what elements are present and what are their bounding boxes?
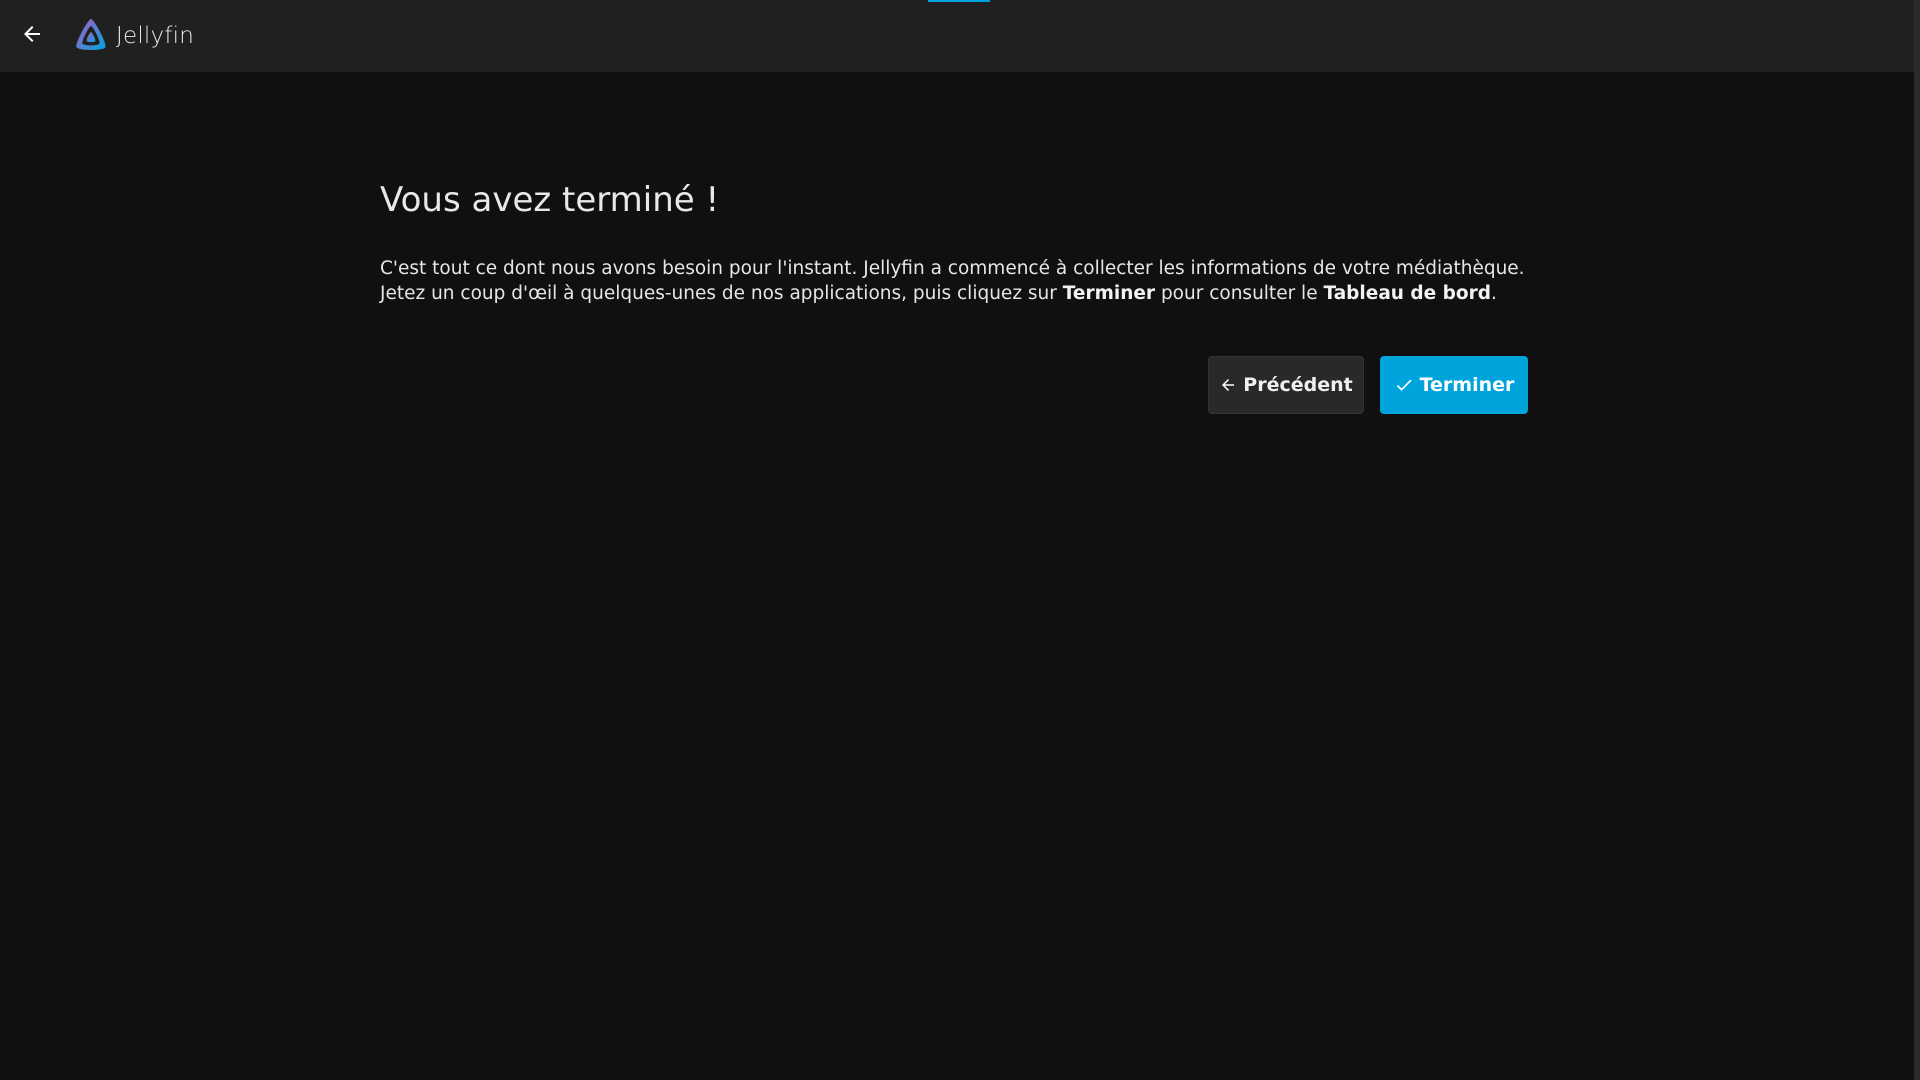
app-root: Jellyfin Vous avez terminé ! C'est tout … — [0, 0, 1920, 1080]
top-bar: Jellyfin — [0, 0, 1914, 72]
back-button[interactable] — [12, 16, 52, 56]
wizard-finish-panel: Vous avez terminé ! C'est tout ce dont n… — [380, 160, 1528, 414]
brand[interactable]: Jellyfin — [71, 16, 194, 56]
previous-button-label: Précédent — [1243, 374, 1353, 396]
arrow-left-icon — [20, 22, 44, 50]
description-bold-terminer: Terminer — [1062, 283, 1156, 304]
loading-indicator — [928, 0, 990, 2]
arrow-left-icon — [1219, 376, 1237, 394]
description-text-3: . — [1490, 283, 1497, 304]
app-name: Jellyfin — [116, 23, 194, 49]
check-icon — [1394, 375, 1414, 395]
jellyfin-logo-icon — [71, 16, 111, 56]
finish-description: C'est tout ce dont nous avons besoin pou… — [380, 256, 1528, 306]
description-bold-dashboard: Tableau de bord — [1323, 283, 1491, 304]
scrollbar[interactable] — [1914, 0, 1920, 1080]
wizard-buttons: Précédent Terminer — [1208, 356, 1528, 414]
previous-button[interactable]: Précédent — [1208, 356, 1364, 414]
finish-button[interactable]: Terminer — [1380, 356, 1528, 414]
finish-button-label: Terminer — [1419, 374, 1515, 396]
page-title: Vous avez terminé ! — [380, 180, 720, 220]
description-text-2: pour consulter le — [1155, 283, 1324, 304]
